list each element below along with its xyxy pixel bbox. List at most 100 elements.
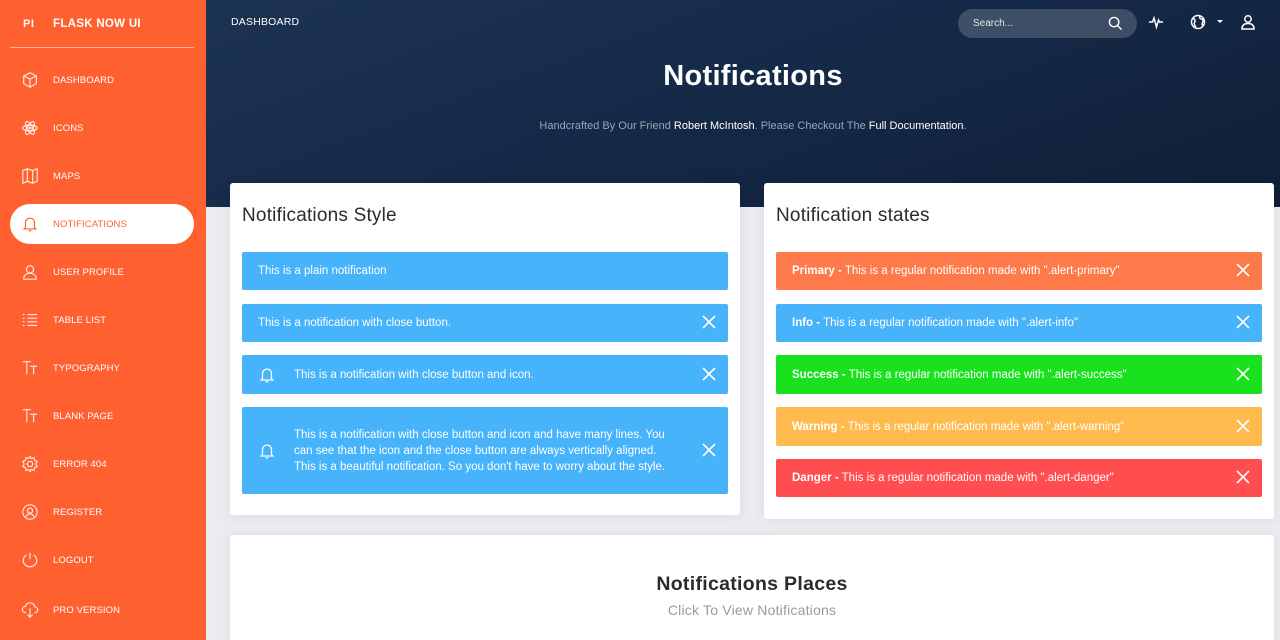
close-icon[interactable]	[1236, 418, 1252, 435]
cube-icon	[20, 70, 40, 90]
sidebar-item-blank-page[interactable]: BLANK PAGE	[10, 396, 194, 436]
sidebar-item-pro-version[interactable]: PRO VERSION	[10, 590, 194, 630]
activity-icon[interactable]	[1148, 14, 1166, 32]
bell-icon	[258, 366, 276, 384]
sidebar-item-label: USER PROFILE	[53, 266, 124, 278]
gear-icon	[20, 454, 40, 474]
alert-text: Warning - This is a regular notification…	[776, 419, 1124, 435]
close-icon[interactable]	[702, 315, 718, 331]
sidebar-item-label: DASHBOARD	[53, 74, 115, 86]
subtitle-suffix: .	[963, 120, 967, 132]
alert-danger: Danger - This is a regular notification …	[776, 459, 1262, 497]
sidebar-item-label: PRO VERSION	[53, 604, 121, 616]
alert-text: This is a plain notification	[258, 265, 387, 277]
sidebar-item-register[interactable]: REGISTER	[10, 492, 194, 532]
close-icon[interactable]	[702, 366, 718, 383]
atom-icon	[20, 118, 40, 138]
close-icon[interactable]	[1236, 263, 1252, 279]
multiline-notification: This is a notification with close button…	[242, 407, 728, 494]
panel-header: DASHBOARD Notifications Handcrafted By O…	[206, 0, 1280, 207]
register-icon	[20, 502, 40, 522]
sidebar-item-logout[interactable]: LOGOUT	[10, 540, 194, 580]
card-title: Notifications Places	[656, 573, 848, 595]
card-subtitle: Click To View Notifications	[667, 602, 837, 618]
documentation-link[interactable]: Full Documentation	[869, 120, 964, 132]
author-link[interactable]: Robert McIntosh	[674, 120, 755, 132]
power-icon	[20, 550, 40, 570]
sidebar-item-label: TYPOGRAPHY	[53, 362, 120, 374]
alert-text: This is a notification with close button…	[258, 317, 452, 329]
notifications-style-card: Notifications Style This is a plain noti…	[230, 183, 740, 515]
sidebar-item-label: TABLE LIST	[53, 314, 107, 326]
alert-message: This is a regular notification made with…	[845, 368, 1127, 381]
sidebar-item-user-profile[interactable]: USER PROFILE	[10, 252, 194, 292]
list-icon	[20, 310, 40, 330]
subtitle-middle: . Please Checkout The	[754, 120, 869, 132]
alert-success: Success - This is a regular notification…	[776, 355, 1262, 394]
alert-label: Primary -	[792, 265, 842, 277]
text-icon	[20, 358, 40, 378]
brand-name: FLASK NOW UI	[53, 17, 141, 30]
alert-text: Danger - This is a regular notification …	[776, 470, 1114, 486]
close-icon[interactable]	[702, 442, 718, 459]
sidebar-item-label: REGISTER	[53, 506, 103, 518]
sidebar-nav: DASHBOARD ICONS MAPS NOTIFICATIONS USER …	[10, 60, 194, 619]
cloud-download-icon	[20, 600, 40, 620]
alert-label: Info -	[792, 317, 821, 329]
search-icon[interactable]	[1108, 16, 1123, 31]
search-input[interactable]	[958, 18, 1098, 29]
alert-text: Success - This is a regular notification…	[776, 367, 1127, 383]
bell-icon	[20, 214, 40, 234]
sidebar-item-notifications[interactable]: NOTIFICATIONS	[10, 204, 194, 244]
text-icon	[20, 406, 40, 426]
user-icon	[20, 262, 40, 282]
close-icon[interactable]	[1236, 366, 1252, 383]
notifications-places-card: Notifications Places Click To View Notif…	[230, 535, 1274, 640]
sidebar-item-table-list[interactable]: TABLE LIST	[10, 300, 194, 340]
brand-mini-logo: PI	[23, 17, 35, 30]
plain-notification: This is a plain notification	[242, 252, 728, 290]
sidebar-item-maps[interactable]: MAPS	[10, 156, 194, 196]
alert-message: This is a regular notification made with…	[844, 420, 1125, 433]
alert-warning: Warning - This is a regular notification…	[776, 407, 1262, 446]
alert-primary: Primary - This is a regular notification…	[776, 252, 1262, 290]
card-title: Notifications Style	[242, 205, 397, 226]
close-icon[interactable]	[1236, 315, 1252, 331]
sidebar-item-label: BLANK PAGE	[53, 410, 114, 422]
page-title: Notifications	[663, 60, 843, 92]
brand[interactable]: PI FLASK NOW UI	[10, 0, 194, 48]
alert-label: Warning -	[792, 420, 845, 433]
alert-text: This is a notification with close button…	[294, 368, 534, 381]
subtitle-prefix: Handcrafted By Our Friend	[539, 120, 674, 132]
page-subtitle: Handcrafted By Our Friend Robert McIntos…	[206, 120, 1280, 132]
sidebar-item-label: MAPS	[53, 170, 81, 182]
sidebar-item-label: ICONS	[53, 122, 84, 134]
sidebar: PI FLASK NOW UI DASHBOARD ICONS MAPS NOT…	[0, 0, 206, 640]
alert-text: This is a notification with close button…	[294, 428, 666, 473]
close-icon[interactable]	[1236, 470, 1252, 486]
search-box	[958, 9, 1137, 38]
sidebar-item-typography[interactable]: TYPOGRAPHY	[10, 348, 194, 388]
sidebar-item-label: NOTIFICATIONS	[53, 218, 127, 230]
alert-text: Primary - This is a regular notification…	[776, 263, 1120, 279]
user-icon[interactable]	[1240, 14, 1258, 32]
sidebar-item-icons[interactable]: ICONS	[10, 108, 194, 148]
chevron-down-icon[interactable]	[1217, 20, 1223, 23]
map-icon	[20, 166, 40, 186]
notification-with-close: This is a notification with close button…	[242, 304, 728, 342]
notification-states-card: Notification states Primary - This is a …	[764, 183, 1274, 519]
alert-message: This is a regular notification made with…	[820, 317, 1078, 329]
sidebar-item-label: ERROR 404	[53, 458, 107, 470]
alert-label: Success -	[792, 368, 846, 381]
globe-icon[interactable]	[1190, 14, 1208, 32]
bell-icon	[258, 442, 276, 460]
sidebar-item-error-404[interactable]: ERROR 404	[10, 444, 194, 484]
card-title: Notification states	[776, 205, 930, 226]
alert-message: This is a regular notification made with…	[838, 472, 1114, 484]
navbar-brand[interactable]: DASHBOARD	[231, 16, 299, 28]
sidebar-item-dashboard[interactable]: DASHBOARD	[10, 60, 194, 100]
notification-with-icon: This is a notification with close button…	[242, 355, 728, 394]
alert-label: Danger -	[792, 472, 839, 484]
alert-text: Info - This is a regular notification ma…	[776, 315, 1078, 331]
alert-message: This is a regular notification made with…	[841, 265, 1120, 277]
